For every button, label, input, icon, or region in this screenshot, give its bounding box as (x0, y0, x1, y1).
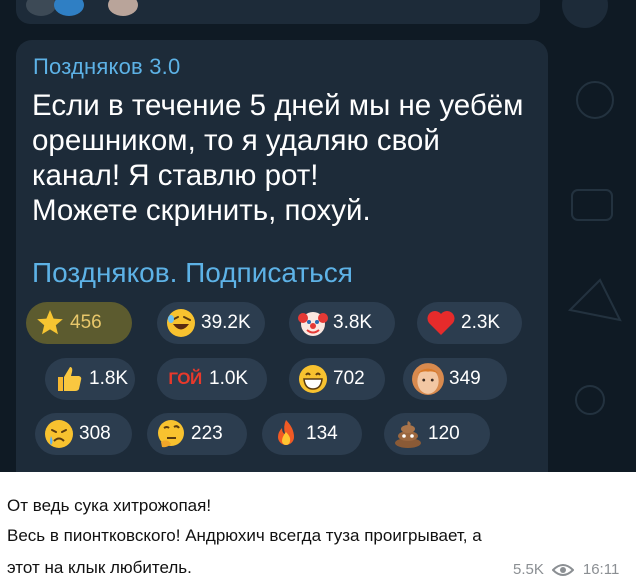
subscribe-link[interactable]: Поздняков. Подписаться (32, 257, 353, 289)
doodle-pattern (567, 81, 622, 415)
reaction-heart[interactable]: 2.3K (417, 302, 522, 344)
reaction-face-photo[interactable]: 349 (403, 358, 507, 400)
poop-icon (395, 421, 421, 448)
reaction-count: 308 (79, 423, 111, 444)
reaction-count: 456 (70, 312, 102, 333)
caption-line: этот на клык любитель. (7, 558, 192, 577)
reaction-clown[interactable]: 3.8K (289, 302, 395, 344)
thumbs-up-icon (58, 367, 82, 391)
reaction-rofl[interactable]: 39.2K (157, 302, 265, 344)
rofl-icon (167, 309, 195, 337)
reaction-fire[interactable]: 134 (262, 413, 362, 455)
post-text: Если в течение 5 дней мы не уебём орешни… (32, 89, 524, 227)
reaction-count: 3.8K (333, 312, 373, 333)
chat-background: Поздняков 3.0 Если в течение 5 дней мы н… (0, 0, 636, 472)
reaction-count: 134 (306, 423, 338, 444)
reaction-count: 39.2K (201, 312, 251, 333)
fire-icon (278, 420, 294, 445)
message-time: 16:11 (582, 561, 620, 578)
reaction-count: 349 (449, 368, 481, 389)
heart-icon (427, 311, 455, 335)
reaction-count: 120 (428, 423, 460, 444)
face-photo-icon (412, 363, 444, 395)
forwarded-post-bubble: Поздняков 3.0 Если в течение 5 дней мы н… (16, 40, 548, 472)
avatar (108, 0, 138, 16)
reaction-thumbs-up[interactable]: 1.8K (45, 358, 135, 400)
star-icon (37, 310, 63, 335)
reaction-count: 223 (191, 423, 223, 444)
reaction-count: 2.3K (461, 312, 501, 333)
eye-icon (551, 563, 574, 576)
grin-icon (299, 365, 327, 393)
thinking-icon (158, 420, 184, 448)
reaction-crying[interactable]: 308 (35, 413, 132, 455)
previous-message-bubble[interactable] (16, 0, 540, 24)
clown-icon (298, 312, 328, 336)
reaction-count: 1.0K (209, 368, 249, 389)
caption-line: Весь в пионтковского! Андрюхич всегда ту… (7, 526, 482, 545)
crying-icon (45, 420, 73, 448)
avatar (54, 0, 84, 16)
reaction-goi[interactable]: ГОЙ 1.0K (157, 358, 267, 400)
reaction-star[interactable]: 456 (26, 302, 132, 344)
goi-icon: ГОЙ (168, 369, 202, 388)
avatar (26, 0, 56, 16)
reaction-count: 1.8K (89, 368, 129, 389)
reaction-grin[interactable]: 702 (289, 358, 385, 400)
reaction-count: 702 (333, 368, 365, 389)
reaction-thinking[interactable]: 223 (147, 413, 247, 455)
view-count: 5.5K (513, 561, 544, 578)
post-sender[interactable]: Поздняков 3.0 (33, 54, 180, 80)
reaction-poop[interactable]: 120 (384, 413, 490, 455)
caption-line: От ведь сука хитрожопая! (7, 496, 212, 515)
scroll-button[interactable] (562, 0, 608, 28)
message-meta: 5.5K 16:11 (513, 561, 619, 578)
